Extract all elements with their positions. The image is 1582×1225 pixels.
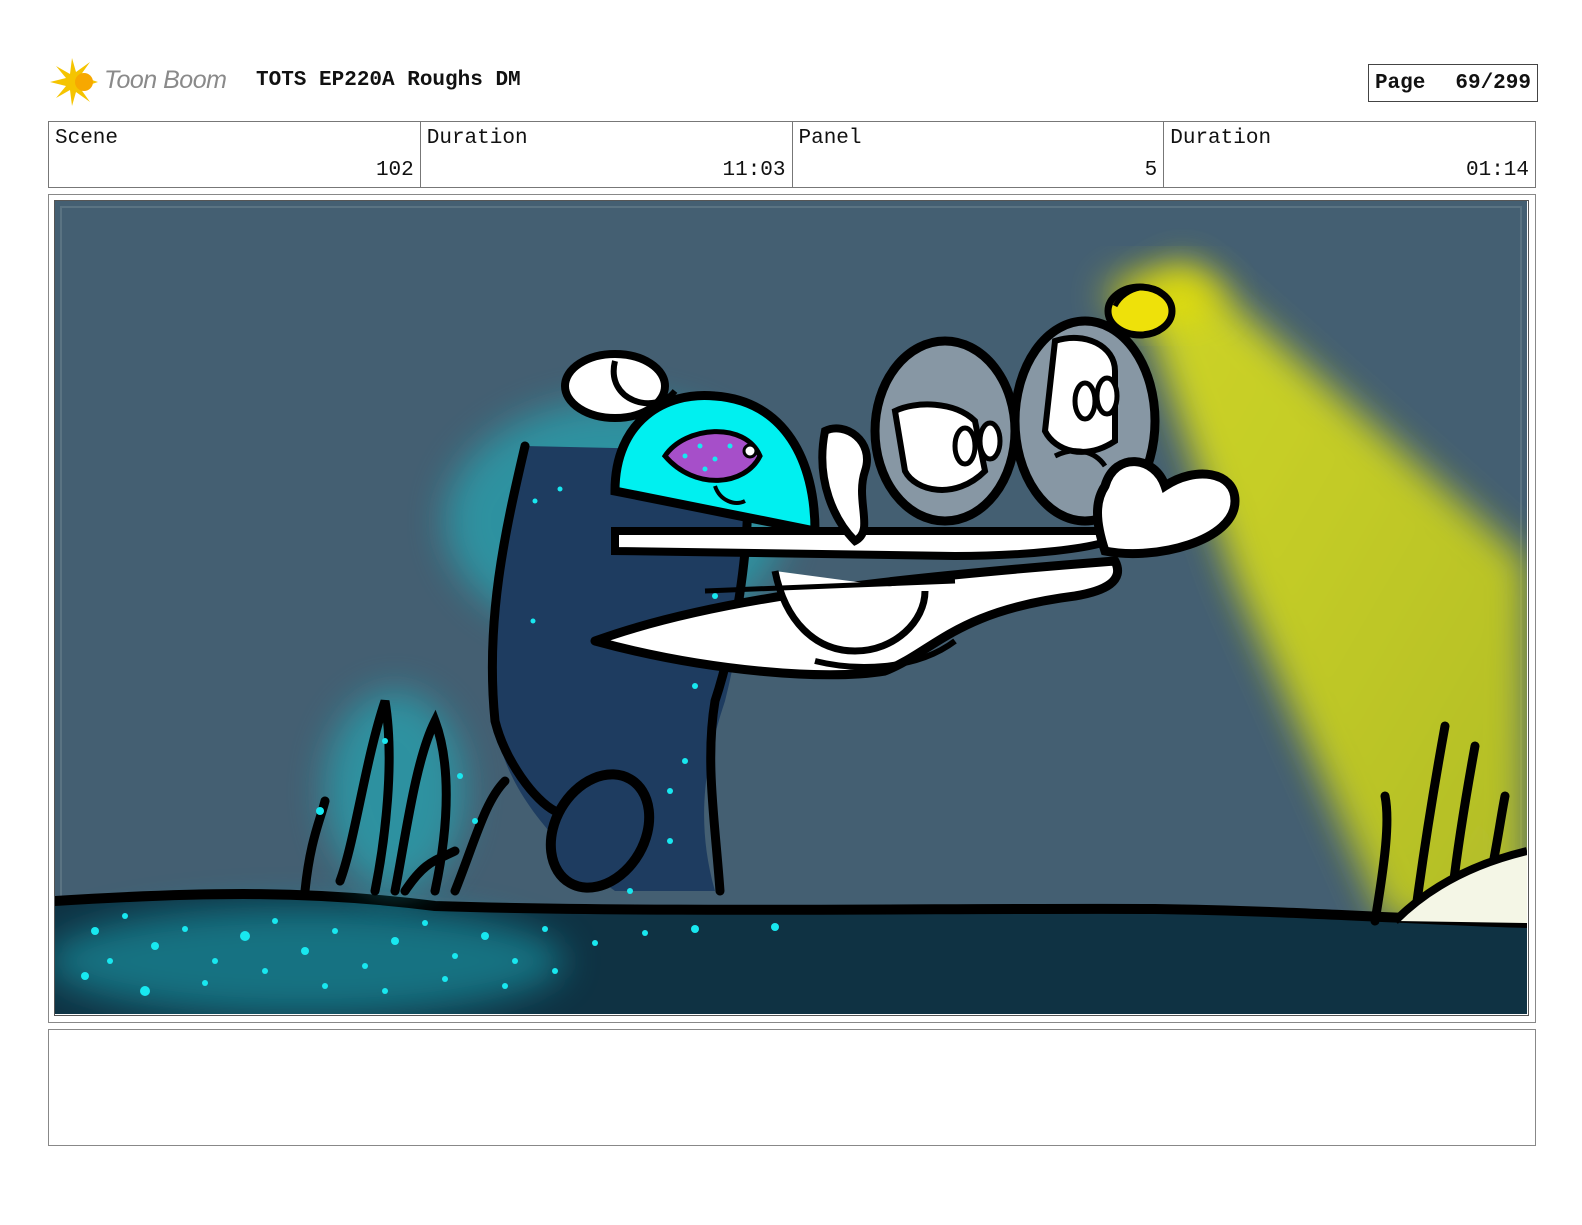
logo-text: Toon Boom [104, 66, 227, 94]
panel-label: Panel [798, 127, 862, 150]
page-label: Page [1374, 71, 1426, 95]
page-header: Toon Boom TOTS EP220A Roughs DM Page 69/… [50, 56, 1538, 108]
panel-info-row: Scene 102 Duration 11:03 Panel 5 Duratio… [48, 121, 1536, 188]
scene-cell: Scene 102 [49, 122, 421, 187]
scene-label: Scene [55, 127, 119, 150]
document-title: TOTS EP220A Roughs DM [256, 69, 521, 92]
panel-duration-cell: Duration 01:14 [1164, 122, 1535, 187]
starburst-icon [50, 58, 98, 106]
toon-boom-logo: Toon Boom [50, 58, 240, 106]
panel-drawing [54, 200, 1529, 1016]
underwater-scene-illustration [55, 201, 1527, 1014]
panel-value: 5 [1144, 159, 1158, 182]
panel-duration-value: 01:14 [1465, 159, 1529, 182]
scene-duration-cell: Duration 11:03 [421, 122, 793, 187]
storyboard-panel [48, 194, 1536, 1023]
panel-duration-label: Duration [1170, 127, 1272, 150]
scene-value: 102 [375, 159, 414, 182]
page-number: 69/299 [1455, 71, 1531, 95]
headlamp [1104, 283, 1176, 339]
scene-duration-label: Duration [426, 127, 528, 150]
panel-caption-box [48, 1029, 1536, 1146]
scene-duration-value: 11:03 [722, 159, 786, 182]
page-indicator: Page 69/299 [1367, 64, 1538, 102]
panel-cell: Panel 5 [793, 122, 1165, 187]
